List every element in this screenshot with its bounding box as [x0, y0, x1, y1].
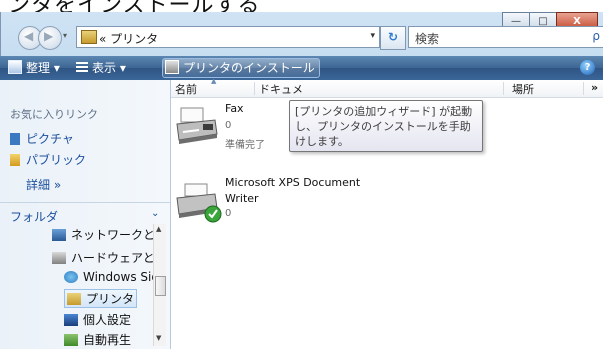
forward-arrow-icon: ▶ [44, 29, 54, 43]
search-input[interactable]: 検索 ρ [408, 26, 603, 48]
address-bar[interactable]: « プリンタ ▾ [76, 26, 380, 48]
autoplay-icon [64, 334, 78, 346]
favorite-links-heading: お気に入りリンク [10, 108, 98, 121]
tree-item-personalization[interactable]: 個人設定 [64, 311, 131, 328]
folders-header[interactable]: フォルダ [10, 208, 58, 225]
column-separator [254, 82, 255, 95]
printer-icon [165, 60, 179, 74]
hardware-icon [52, 252, 66, 264]
sidebar-icon [64, 271, 78, 283]
views-icon [76, 62, 88, 74]
tree-item-network[interactable]: ネットワークと・ [52, 226, 167, 243]
tree-item-label: 個人設定 [83, 313, 132, 327]
scroll-down-icon[interactable]: ▼ [156, 334, 161, 342]
public-folder-icon [10, 154, 20, 166]
tree-item-label: ハードウェアと! [71, 251, 160, 265]
chevron-down-icon[interactable]: ⌄ [151, 208, 159, 219]
forward-button[interactable]: ▶ [38, 26, 62, 50]
address-dropdown-icon[interactable]: ▾ [370, 31, 375, 41]
organize-icon [8, 60, 22, 74]
command-toolbar: 整理 ▾ 表示 ▾ プリンタのインストール ? [0, 56, 603, 80]
tooltip-line: けします。 [295, 135, 349, 148]
install-printer-button[interactable]: プリンタのインストール [162, 58, 320, 78]
favorite-link-label: パブリック [26, 153, 87, 167]
divider [0, 202, 170, 203]
caption-strip: ンタをインストールする [0, 0, 603, 12]
search-placeholder: 検索 [415, 32, 440, 46]
install-printer-tooltip: [プリンタの追加ウィザード] が起動 し、プリンタのインストールを手助 けします… [289, 100, 483, 152]
column-separator [503, 82, 504, 95]
tree-item-label: プリンタ [86, 292, 135, 306]
more-links[interactable]: 詳細 » [26, 176, 61, 193]
pictures-icon [10, 133, 20, 145]
job-count: 0 [225, 120, 232, 131]
fax-printer-icon [176, 107, 218, 144]
tree-item-label: 自動再生 [83, 333, 132, 347]
organize-menu[interactable]: 整理 ▾ [8, 56, 60, 80]
scroll-up-icon[interactable]: ▲ [156, 225, 161, 233]
address-path[interactable]: « プリンタ [99, 30, 158, 47]
help-icon[interactable]: ? [580, 60, 595, 75]
install-printer-label: プリンタのインストール [183, 61, 315, 75]
back-arrow-icon: ◀ [24, 29, 34, 43]
recent-pages-dropdown[interactable]: ▾ [63, 31, 67, 40]
sort-ascending-icon: ▲ [211, 77, 217, 85]
item-name-line1: Microsoft XPS Document [225, 176, 361, 189]
search-icon[interactable]: ρ [592, 29, 600, 43]
tree-scrollbar[interactable]: ▲ ▼ [153, 224, 166, 346]
organize-label: 整理 ▾ [26, 61, 60, 75]
xps-printer-icon [176, 183, 222, 223]
views-menu[interactable]: 表示 ▾ [76, 56, 126, 80]
column-separator [583, 82, 584, 95]
personalization-icon [64, 314, 78, 326]
tooltip-line: [プリンタの追加ウィザード] が起動 [295, 105, 473, 118]
navigation-pane: お気に入りリンク ピクチャ パブリック 詳細 » フォルダ ⌄ ネットワークと・… [0, 80, 171, 349]
tree-item-autoplay[interactable]: 自動再生 [64, 331, 131, 348]
printer-folder-icon [67, 293, 81, 305]
network-icon [52, 229, 66, 241]
list-item-fax[interactable]: Fax 0 準備完了 [175, 100, 285, 166]
file-list: 名前 ▲ ドキュメ 場所 » Fax 0 準備完了 Microsoft XPS … [171, 77, 603, 349]
item-status: 準備完了 [225, 140, 265, 151]
column-location[interactable]: 場所 [512, 81, 534, 97]
list-item-xps-writer[interactable]: Microsoft XPS Document Writer 0 [175, 174, 375, 234]
views-label: 表示 ▾ [92, 61, 126, 75]
favorite-link-pictures[interactable]: ピクチャ [10, 130, 74, 147]
scrollbar-thumb[interactable] [155, 276, 166, 296]
printer-folder-icon [81, 30, 97, 44]
column-documents[interactable]: ドキュメ [259, 81, 303, 97]
tree-item-printers[interactable]: プリンタ [64, 289, 138, 308]
tree-item-windows-sidebar[interactable]: Windows Side [64, 270, 166, 284]
item-name: Fax [225, 102, 244, 115]
column-header-row: 名前 ▲ ドキュメ 場所 » [171, 77, 603, 98]
column-name[interactable]: 名前 [175, 81, 197, 97]
more-columns-icon[interactable]: » [591, 81, 598, 94]
job-count: 0 [225, 208, 232, 219]
caption-text: ンタをインストールする [8, 0, 261, 12]
favorite-link-label: ピクチャ [26, 132, 74, 146]
favorite-link-public[interactable]: パブリック [10, 151, 86, 168]
tooltip-line: し、プリンタのインストールを手助 [295, 120, 471, 133]
item-name-line2: Writer [225, 192, 259, 205]
refresh-button[interactable]: ↻ [380, 26, 406, 50]
tree-item-hardware[interactable]: ハードウェアと! [52, 249, 160, 266]
